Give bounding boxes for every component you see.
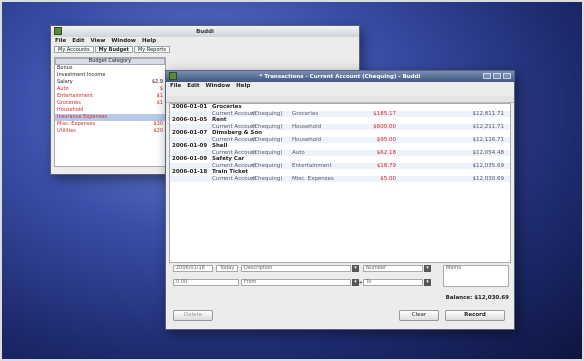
balance-value: $12,030.69 — [474, 295, 509, 301]
close-button[interactable] — [503, 73, 511, 79]
budget-row-name: Auto — [57, 86, 69, 92]
memo-field[interactable]: Memo — [443, 265, 509, 287]
tab-budget[interactable]: My Budget — [94, 46, 133, 53]
app-icon — [169, 72, 177, 80]
transactions-titlebar[interactable]: * Transactions - Current Account (Chequi… — [166, 71, 514, 82]
budget-row-amount: $1 — [156, 100, 163, 106]
budget-row[interactable]: Misc. Expenses $30 — [55, 121, 165, 128]
balance-display: Balance: $12,030.69 — [446, 295, 509, 301]
menu-file[interactable]: File — [55, 38, 66, 44]
txn-amount: $600.00 — [373, 123, 396, 130]
txn-amount: $5.00 — [380, 175, 396, 182]
txn-account-type: (Chequing) — [252, 175, 283, 182]
app-icon — [54, 27, 62, 35]
budget-row-name: Salary — [57, 79, 73, 85]
txn-amount: $185.17 — [373, 110, 396, 117]
txn-balance: $12,054.48 — [472, 149, 505, 156]
main-window-title: Buddi — [196, 28, 214, 35]
clear-button[interactable]: Clear — [399, 310, 439, 321]
budget-row-amount: $20 — [153, 128, 163, 134]
budget-row[interactable]: Groceries $1 — [55, 100, 165, 107]
menu-window[interactable]: Window — [111, 38, 136, 44]
budget-row[interactable]: Investment Income — [55, 72, 165, 79]
description-dropdown-icon[interactable]: ▾ — [352, 265, 359, 272]
description-field[interactable]: Description — [241, 265, 351, 272]
txn-amount: $95.00 — [376, 136, 396, 143]
budget-row-amount: $2,9 — [151, 79, 163, 85]
budget-row[interactable]: Entertainment $1 — [55, 93, 165, 100]
budget-row-name: Groceries — [57, 100, 81, 106]
delete-button[interactable]: Delete — [173, 310, 213, 321]
budget-row-selected[interactable]: Insurance Expenses — [55, 114, 165, 121]
number-field[interactable]: Number — [363, 265, 423, 272]
minimize-button[interactable] — [483, 73, 491, 79]
budget-row[interactable]: Bonus — [55, 65, 165, 72]
txn-category: Misc. Expenses — [292, 175, 334, 182]
txn-balance: $12,811.71 — [472, 110, 505, 117]
budget-row[interactable]: Auto $ — [55, 86, 165, 93]
main-tabs: My Accounts My Budget My Reports — [51, 45, 359, 54]
menu-edit[interactable]: Edit — [187, 83, 199, 89]
to-field[interactable]: To — [363, 279, 423, 286]
menu-view[interactable]: View — [90, 38, 105, 44]
budget-list: Budget Category Bonus Investment Income … — [54, 57, 166, 167]
menu-help[interactable]: Help — [236, 83, 250, 89]
budget-list-header[interactable]: Budget Category — [55, 58, 165, 65]
menu-help[interactable]: Help — [142, 38, 156, 44]
from-field[interactable]: From — [241, 279, 351, 286]
register-header — [166, 96, 514, 103]
budget-row-amount: $30 — [153, 121, 163, 127]
transaction-entry: 2006/01/18 Today Description ▾ Number ▾ … — [169, 261, 511, 327]
transaction-split-row[interactable]: Current Account (Chequing) Misc. Expenses $… — [170, 175, 510, 182]
window-controls — [483, 73, 511, 79]
txn-amount: $62.18 — [376, 149, 396, 156]
txn-balance: $12,035.69 — [472, 162, 505, 169]
budget-row-name: Misc. Expenses — [57, 121, 96, 127]
budget-row-amount: $1 — [156, 93, 163, 99]
transaction-register: 2006-01-01 Groceries Current Account (Cheq… — [169, 103, 511, 263]
number-dropdown-icon[interactable]: ▾ — [424, 265, 431, 272]
menu-window[interactable]: Window — [205, 83, 230, 89]
main-titlebar[interactable]: Buddi — [51, 26, 359, 37]
budget-row[interactable]: Utilities $20 — [55, 128, 165, 135]
budget-row-name: Entertainment — [57, 93, 94, 99]
txn-account: Current Account — [212, 175, 257, 182]
menu-edit[interactable]: Edit — [72, 38, 84, 44]
to-dropdown-icon[interactable]: ▾ — [424, 279, 431, 286]
txn-amount: $18.79 — [376, 162, 396, 169]
txn-balance: $12,211.71 — [472, 123, 505, 130]
date-field[interactable]: 2006/01/18 — [173, 265, 213, 272]
maximize-button[interactable] — [493, 73, 501, 79]
txn-balance: $12,030.69 — [472, 175, 505, 182]
budget-row-name: Household — [57, 107, 84, 113]
budget-row-amount: $ — [159, 86, 163, 92]
txn-balance: $12,116.71 — [472, 136, 505, 143]
budget-row-name: Utilities — [57, 128, 76, 134]
transactions-window-title: * Transactions - Current Account (Chequi… — [259, 73, 421, 80]
transactions-menubar: File Edit Window Help — [166, 82, 514, 90]
arrow-icon: → — [357, 279, 363, 286]
today-button[interactable]: Today — [216, 265, 238, 272]
budget-row-name: Investment Income — [57, 72, 106, 78]
amount-field[interactable]: 0.00 — [173, 279, 239, 286]
main-menubar: File Edit View Window Help — [51, 37, 359, 45]
transactions-window: * Transactions - Current Account (Chequi… — [165, 70, 515, 330]
record-button[interactable]: Record — [445, 310, 505, 321]
budget-row-name: Insurance Expenses — [57, 114, 107, 120]
tab-accounts[interactable]: My Accounts — [54, 46, 94, 53]
tab-reports[interactable]: My Reports — [133, 46, 170, 53]
budget-row[interactable]: Salary $2,9 — [55, 79, 165, 86]
menu-file[interactable]: File — [170, 83, 181, 89]
balance-label: Balance: — [445, 295, 473, 301]
budget-row[interactable]: Household — [55, 107, 165, 114]
budget-row-name: Bonus — [57, 65, 73, 71]
